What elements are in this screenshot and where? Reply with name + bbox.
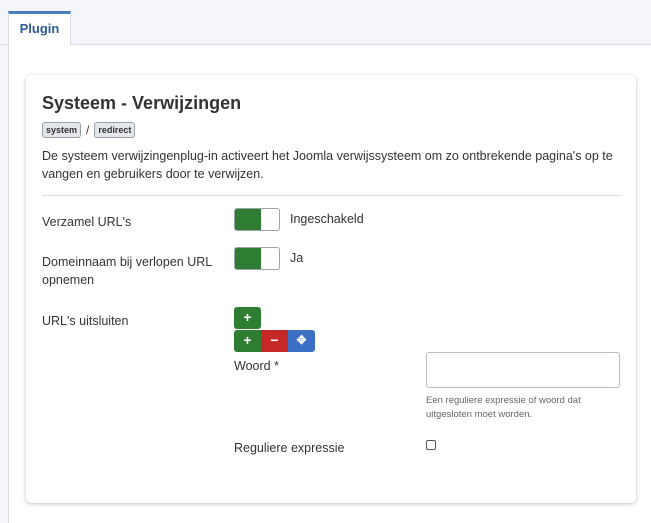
badge-redirect: redirect (94, 122, 136, 138)
tab-plugin[interactable]: Plugin (8, 11, 71, 46)
domain-name-toggle[interactable] (234, 247, 280, 270)
word-hint: Een reguliere expressie of woord dat uit… (426, 395, 581, 420)
collect-urls-toggle[interactable] (234, 208, 280, 231)
domain-name-label: Domeinnaam bij verlopen URL opnemen (42, 255, 212, 287)
tab-bar: Plugin (0, 0, 651, 46)
word-label: Woord * (234, 359, 279, 373)
regex-checkbox[interactable] (426, 440, 436, 450)
plugin-card: Systeem - Verwijzingen system / redirect… (26, 75, 636, 503)
badge-separator: / (86, 123, 90, 137)
badge-system: system (42, 122, 82, 138)
remove-row-button[interactable]: − (261, 330, 288, 352)
plugin-title: Systeem - Verwijzingen (42, 93, 242, 113)
collect-urls-label: Verzamel URL's (42, 215, 132, 229)
exclude-urls-label: URL's uitsluiten (42, 314, 129, 328)
regex-label: Reguliere expressie (234, 441, 345, 455)
toggle-fill (235, 209, 261, 230)
toggle-fill (235, 248, 261, 269)
plugin-description: De systeem verwijzingenplug-in activeert… (42, 149, 613, 181)
collect-urls-state: Ingeschakeld (290, 212, 364, 226)
domain-name-state: Ja (290, 251, 304, 265)
move-row-icon[interactable]: ✥ (288, 330, 315, 352)
word-input[interactable] (426, 352, 620, 388)
plugin-badges: system / redirect (42, 122, 136, 138)
add-row-button[interactable]: + (234, 307, 261, 329)
divider (42, 195, 621, 196)
add-after-button[interactable]: + (234, 330, 261, 352)
